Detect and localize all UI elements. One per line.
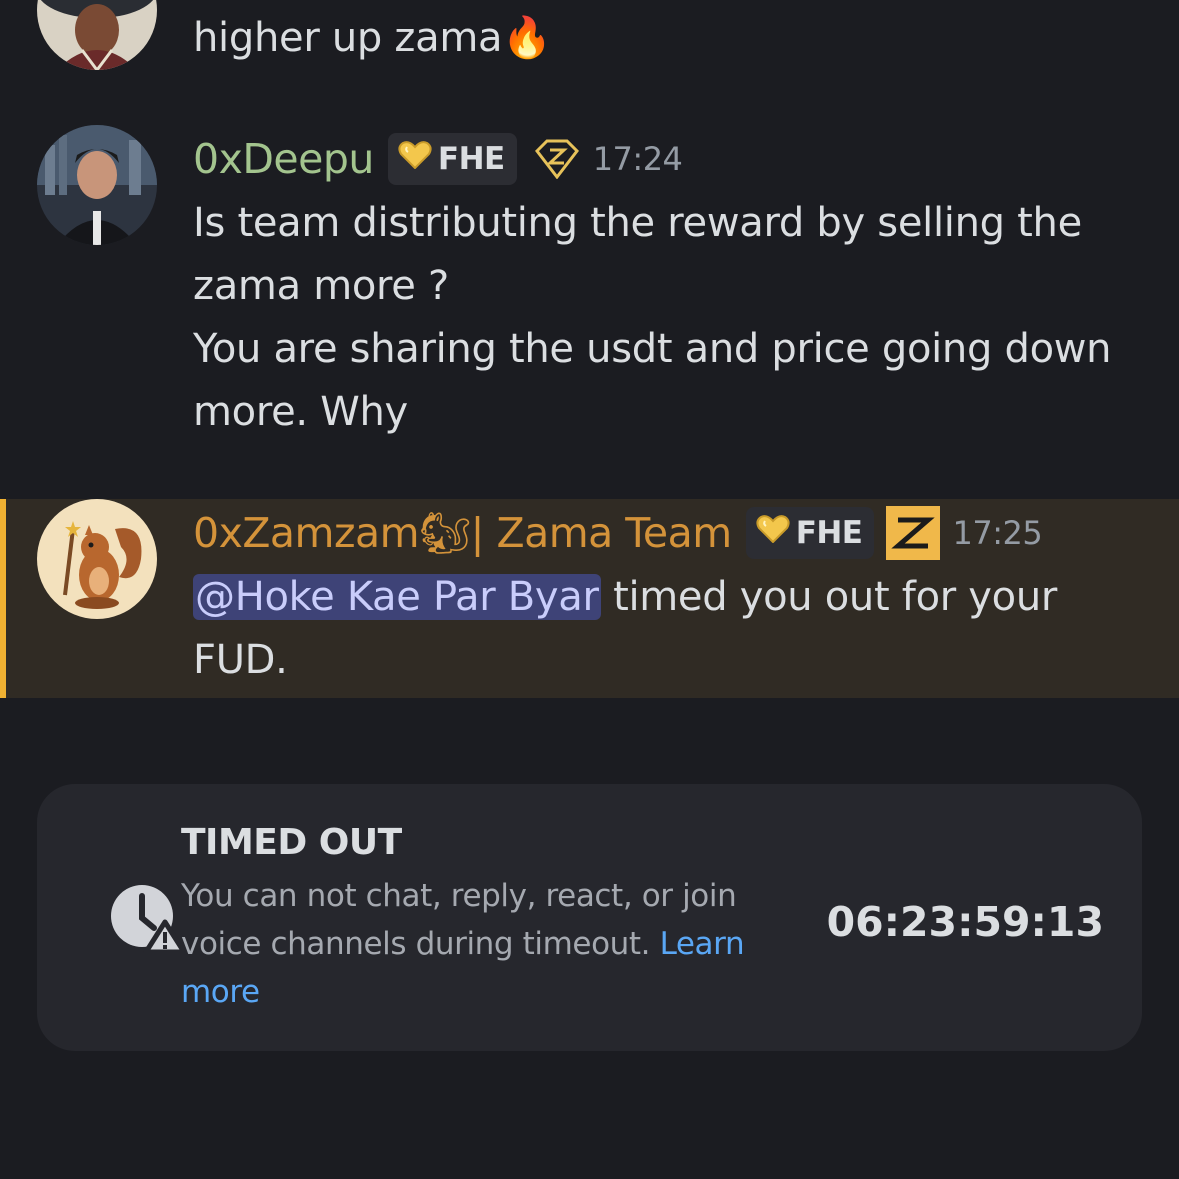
message-line: You are sharing the usdt and price going… <box>193 326 1112 372</box>
message-line: FUD. <box>193 637 288 683</box>
timeout-description: You can not chat, reply, react, or join … <box>181 878 745 1010</box>
role-badge-label: FHE <box>437 141 505 177</box>
message-header: 0xZamzam🐿| Zama Team FHE 17:25 <box>193 503 1043 563</box>
timeout-title: TIMED OUT <box>181 822 402 863</box>
timeout-countdown: 06:23:59:13 <box>826 898 1104 946</box>
message-line: more. Why <box>193 389 408 435</box>
message-content: @Hoke Kae Par Byar timed you out for you… <box>193 566 1057 692</box>
message-content: Is team distributing the reward by selli… <box>193 192 1112 444</box>
message-previous[interactable]: higher up zama🔥 <box>0 0 1179 90</box>
message-0xzamzam[interactable]: 0xZamzam🐿| Zama Team FHE 17:25 @Hoke Kae… <box>0 499 1179 698</box>
timestamp: 17:25 <box>952 514 1043 552</box>
diamond-z-icon <box>533 139 581 179</box>
message-header: 0xDeepu FHE 17:24 <box>193 129 683 189</box>
user-avatar-0xzamzam[interactable] <box>37 499 157 619</box>
user-avatar-cowboy[interactable] <box>37 0 157 70</box>
role-badge[interactable]: FHE <box>387 133 517 185</box>
username[interactable]: 0xZamzam🐿| Zama Team <box>193 509 732 558</box>
mention-highlight-bar <box>0 499 6 698</box>
heart-icon <box>398 141 432 177</box>
message-line: zama more ? <box>193 263 449 309</box>
chipmunk-emoji: 🐿 <box>419 508 471 557</box>
fire-emoji: 🔥 <box>502 15 552 61</box>
user-avatar-0xdeepu[interactable] <box>37 125 157 245</box>
role-badge-label: FHE <box>795 515 863 551</box>
role-badge[interactable]: FHE <box>745 507 875 559</box>
heart-icon <box>756 515 790 551</box>
user-mention[interactable]: @Hoke Kae Par Byar <box>193 574 601 620</box>
timestamp: 17:24 <box>592 140 683 178</box>
username[interactable]: 0xDeepu <box>193 135 374 183</box>
message-content: higher up zama🔥 <box>193 15 552 61</box>
timeout-notice: TIMED OUT You can not chat, reply, react… <box>37 784 1142 1051</box>
message-line: Is team distributing the reward by selli… <box>193 200 1082 246</box>
message-0xdeepu[interactable]: 0xDeepu FHE 17:24 Is team distributing t… <box>0 110 1179 470</box>
zama-z-icon <box>886 506 941 560</box>
clock-warning-icon <box>110 884 187 955</box>
